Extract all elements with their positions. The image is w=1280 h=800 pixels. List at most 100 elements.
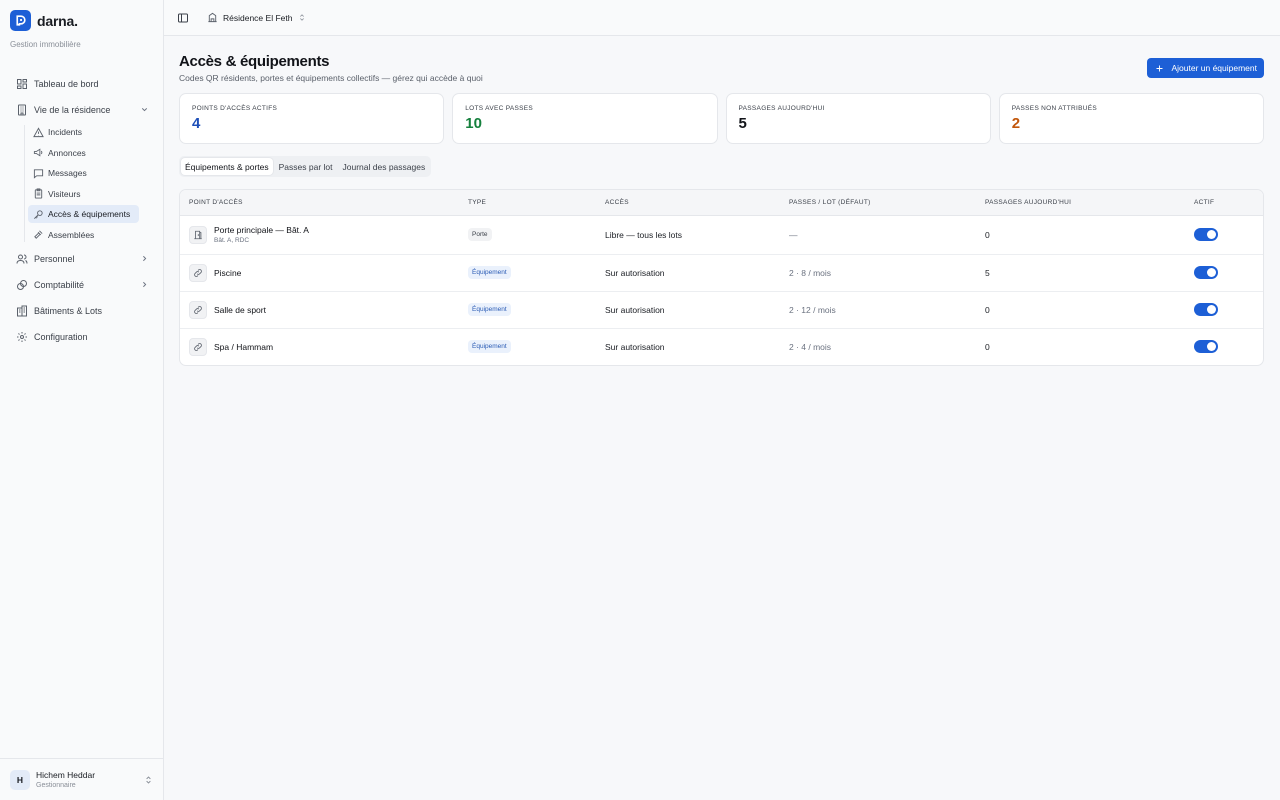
key-icon [33, 209, 44, 220]
sub-item-acces-equipements[interactable]: Accès & équipements [28, 205, 139, 223]
subnav-vie-residence: Incidents Annonces Messages Visiteurs Ac… [24, 123, 163, 244]
table-row[interactable]: Salle de sport Équipement Sur autorisati… [180, 291, 1263, 329]
passes-cell: — [780, 215, 976, 255]
user-menu[interactable]: H Hichem Heddar Gestionnaire [0, 758, 163, 800]
stat-card-unassigned-passes: Passes non attribués 2 [998, 93, 1264, 144]
active-toggle[interactable] [1194, 228, 1218, 241]
main-area: Résidence El Feth Accès & équipements Co… [164, 0, 1280, 800]
stat-label: Passes non attribués [1011, 105, 1097, 112]
users-icon [16, 253, 28, 265]
active-toggle[interactable] [1194, 340, 1218, 354]
coins-icon [16, 279, 28, 291]
active-toggle[interactable] [1194, 266, 1218, 279]
residence-switcher[interactable]: Résidence El Feth [207, 12, 306, 23]
stat-label: Points d'accès actifs [192, 105, 278, 112]
column-header: Passages aujourd'hui [976, 190, 1185, 216]
today-cell: 0 [976, 291, 1185, 329]
chevrons-up-down-icon [298, 13, 306, 22]
brand-subtitle: Gestion immobilière [10, 40, 81, 49]
nav-item-vie-residence[interactable]: Vie de la résidence [0, 97, 163, 122]
column-header: Passes / lot (défaut) [780, 190, 976, 216]
table-row[interactable]: Piscine Équipement Sur autorisation 2 · … [180, 254, 1263, 292]
access-point-location: Bât. A, RDC [214, 237, 250, 244]
page-subtitle: Codes QR résidents, portes et équipement… [179, 73, 483, 83]
tab-passes-par-lot[interactable]: Passes par lot [275, 158, 337, 175]
stat-card-lots-with-passes: Lots avec passes 10 [452, 93, 718, 144]
sidebar: darna. Gestion immobilière Tableau de bo… [0, 0, 164, 800]
sub-item-label: Annonces [48, 147, 86, 158]
tab-journal-passages[interactable]: Journal des passages [339, 158, 430, 175]
nav-item-label: Vie de la résidence [34, 104, 111, 115]
table-row[interactable]: Spa / Hammam Équipement Sur autorisation… [180, 328, 1263, 365]
passes-cell: 2 · 8 / mois [780, 254, 976, 292]
nav-item-label: Configuration [34, 331, 88, 342]
add-equipment-button[interactable]: Ajouter un équipement [1147, 58, 1264, 78]
avatar: H [10, 769, 30, 790]
buildings-icon [16, 305, 28, 317]
type-badge: Équipement [468, 303, 511, 316]
nav-item-configuration[interactable]: Configuration [0, 324, 163, 349]
stat-card-active-points: Points d'accès actifs 4 [179, 93, 445, 144]
user-name: Hichem Heddar [36, 770, 96, 780]
today-cell: 5 [976, 254, 1185, 292]
access-cell: Sur autorisation [605, 341, 665, 352]
sidebar-toggle-icon[interactable] [176, 11, 190, 25]
sub-item-incidents[interactable]: Incidents [28, 123, 139, 141]
type-badge: Équipement [468, 266, 511, 279]
access-cell: Sur autorisation [596, 291, 780, 329]
stat-value: 5 [738, 115, 747, 132]
megaphone-icon [33, 147, 44, 158]
user-info: Hichem Heddar Gestionnaire [36, 770, 143, 789]
nav-item-comptabilite[interactable]: Comptabilité [0, 272, 163, 297]
nav-item-label: Personnel [34, 253, 75, 264]
nav-item-label: Bâtiments & Lots [34, 305, 103, 316]
darna-logo-icon [10, 10, 31, 31]
passes-cell: 2 · 12 / mois [780, 291, 976, 329]
link-icon [189, 263, 207, 282]
sub-item-assemblees[interactable]: Assemblées [28, 226, 139, 244]
sub-item-label: Incidents [48, 127, 83, 137]
sub-item-messages[interactable]: Messages [28, 164, 139, 182]
link-icon [189, 337, 207, 356]
user-role: Gestionnaire [36, 782, 76, 789]
type-badge: Porte [468, 228, 492, 241]
residence-name: Résidence El Feth [223, 12, 293, 23]
stat-label: Lots avec passes [465, 105, 534, 112]
link-icon [189, 300, 207, 319]
door-icon [189, 225, 207, 244]
page-header: Accès & équipements Codes QR résidents, … [179, 36, 1264, 83]
active-toggle[interactable] [1194, 303, 1218, 316]
nav-item-dashboard[interactable]: Tableau de bord [0, 71, 163, 96]
access-cell: Libre — tous les lots [596, 215, 780, 255]
type-badge: Équipement [468, 340, 511, 354]
table-header-row: Point d'accès Type Accès Passes / lot (d… [180, 190, 1263, 216]
access-point-name: Salle de sport [214, 304, 266, 315]
nav-item-batiments-lots[interactable]: Bâtiments & Lots [0, 298, 163, 323]
add-equipment-label: Ajouter un équipement [1171, 63, 1257, 73]
topbar: Résidence El Feth [164, 0, 1280, 36]
column-header: Actif [1185, 190, 1263, 216]
nav-item-personnel[interactable]: Personnel [0, 246, 163, 271]
sub-item-visiteurs[interactable]: Visiteurs [28, 185, 139, 203]
table-row[interactable]: Porte principale — Bât. A Bât. A, RDC Po… [180, 215, 1263, 255]
stat-card-passages-today: Passages aujourd'hui 5 [725, 93, 991, 144]
column-header: Accès [596, 190, 780, 216]
building-icon [207, 12, 218, 23]
stat-value: 10 [465, 115, 482, 132]
gear-icon [16, 331, 28, 343]
brand-name: darna. [37, 12, 78, 29]
building-icon [16, 104, 28, 116]
passes-cell: 2 · 4 / mois [789, 341, 832, 352]
stat-label: Passages aujourd'hui [738, 105, 825, 112]
chevrons-up-down-icon [143, 775, 153, 785]
tab-bar: Équipements & portes Passes par lot Jour… [179, 156, 432, 177]
stats-row: Points d'accès actifs 4 Lots avec passes… [179, 93, 1264, 144]
access-point-name: Porte principale — Bât. A [214, 225, 309, 235]
sub-item-annonces[interactable]: Annonces [28, 144, 139, 162]
stat-value: 4 [192, 115, 201, 132]
tab-equipements-portes[interactable]: Équipements & portes [181, 158, 273, 175]
nav-item-label: Comptabilité [34, 279, 85, 290]
access-point-name: Spa / Hammam [214, 341, 274, 352]
chevron-right-icon [140, 254, 149, 263]
access-point-name: Piscine [214, 267, 242, 278]
